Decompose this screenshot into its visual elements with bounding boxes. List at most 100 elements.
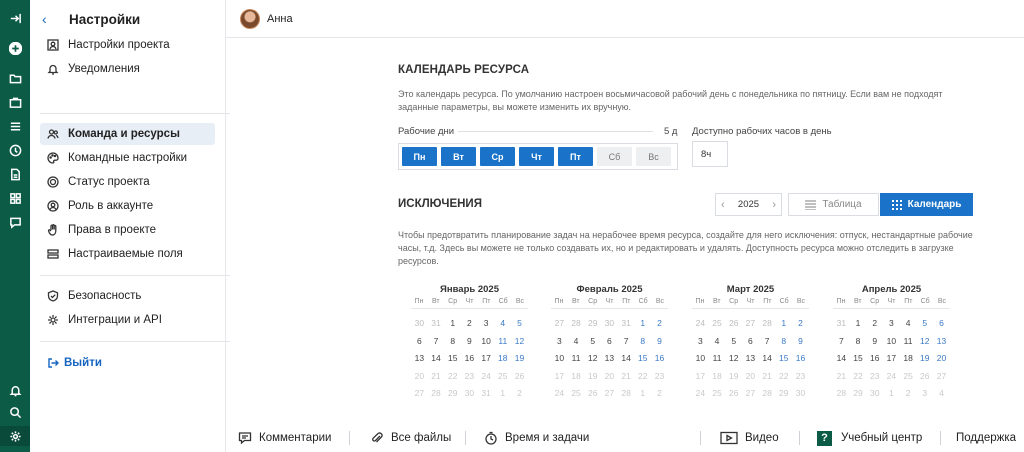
sidebar-item-custom-fields[interactable]: Настраиваемые поля	[40, 243, 215, 265]
view-calendar-button[interactable]: Календарь	[880, 193, 973, 216]
day-toggle-wed[interactable]: Ср	[480, 147, 515, 166]
calendar-day[interactable]: 7	[833, 333, 850, 350]
comments-button[interactable]: Комментарии	[238, 428, 331, 448]
calendar-day[interactable]: 9	[461, 333, 478, 350]
calendar-day[interactable]: 8	[634, 333, 651, 350]
calendar-day[interactable]: 6	[742, 333, 759, 350]
calendar-day[interactable]: 9	[651, 333, 668, 350]
calendar-day[interactable]: 30	[601, 315, 618, 332]
calendar-day[interactable]: 27	[551, 315, 568, 332]
calendar-day[interactable]: 28	[428, 385, 445, 402]
clock-icon[interactable]	[0, 140, 30, 160]
calendar-day[interactable]: 12	[584, 350, 601, 367]
calendar-day[interactable]: 9	[792, 333, 809, 350]
calendar-day[interactable]: 25	[900, 368, 917, 385]
calendar-day[interactable]: 20	[933, 350, 950, 367]
user-name[interactable]: Анна	[267, 13, 293, 25]
calendar-day[interactable]: 30	[411, 315, 428, 332]
calendar-day[interactable]: 17	[478, 350, 495, 367]
calendar-day[interactable]: 14	[618, 350, 635, 367]
calendar-day[interactable]: 6	[411, 333, 428, 350]
collapse-icon[interactable]	[0, 8, 30, 28]
calendar-day[interactable]: 28	[759, 385, 776, 402]
calendar-day[interactable]: 24	[883, 368, 900, 385]
calendar-day[interactable]: 7	[618, 333, 635, 350]
calendar-day[interactable]: 22	[634, 368, 651, 385]
settings-icon[interactable]	[0, 426, 30, 446]
calendar-day[interactable]: 5	[584, 333, 601, 350]
search-icon[interactable]	[0, 402, 30, 422]
document-icon[interactable]	[0, 164, 30, 184]
view-table-button[interactable]: Таблица	[788, 193, 879, 216]
calendar-day[interactable]: 30	[792, 385, 809, 402]
calendar-day[interactable]: 24	[692, 385, 709, 402]
calendar-day[interactable]: 27	[933, 368, 950, 385]
calendar-day[interactable]: 5	[725, 333, 742, 350]
calendar-day[interactable]: 24	[692, 315, 709, 332]
calendar-day[interactable]: 25	[709, 315, 726, 332]
calendar-day[interactable]: 1	[444, 315, 461, 332]
calendar-day[interactable]: 4	[933, 385, 950, 402]
calendar-day[interactable]: 31	[833, 315, 850, 332]
files-button[interactable]: Все файлы	[370, 428, 451, 448]
briefcase-icon[interactable]	[0, 92, 30, 112]
calendar-day[interactable]: 23	[461, 368, 478, 385]
calendar-day[interactable]: 10	[692, 350, 709, 367]
calendar-day[interactable]: 22	[775, 368, 792, 385]
calendar-day[interactable]: 31	[618, 315, 635, 332]
calendar-day[interactable]: 12	[916, 333, 933, 350]
calendar-day[interactable]: 23	[651, 368, 668, 385]
calendar-day[interactable]: 1	[883, 385, 900, 402]
calendar-day[interactable]: 15	[850, 350, 867, 367]
calendar-day[interactable]: 2	[651, 315, 668, 332]
bell-icon[interactable]	[0, 380, 30, 400]
calendar-day[interactable]: 23	[792, 368, 809, 385]
calendar-day[interactable]: 26	[584, 385, 601, 402]
support-button[interactable]: Поддержка	[956, 428, 1016, 448]
calendar-day[interactable]: 12	[725, 350, 742, 367]
calendar-day[interactable]: 21	[759, 368, 776, 385]
calendar-day[interactable]: 9	[866, 333, 883, 350]
calendar-day[interactable]: 27	[742, 385, 759, 402]
calendar-day[interactable]: 3	[883, 315, 900, 332]
avatar[interactable]	[240, 8, 260, 29]
chat-icon[interactable]	[0, 212, 30, 232]
calendar-day[interactable]: 18	[900, 350, 917, 367]
calendar-day[interactable]: 21	[833, 368, 850, 385]
calendar-day[interactable]: 16	[461, 350, 478, 367]
folder-icon[interactable]	[0, 68, 30, 88]
calendar-day[interactable]: 19	[511, 350, 528, 367]
calendar-day[interactable]: 7	[428, 333, 445, 350]
calendar-day[interactable]: 14	[759, 350, 776, 367]
calendar-day[interactable]: 29	[584, 315, 601, 332]
calendar-day[interactable]: 4	[900, 315, 917, 332]
sidebar-item-project-rights[interactable]: Права в проекте	[40, 219, 215, 241]
calendar-day[interactable]: 20	[742, 368, 759, 385]
calendar-day[interactable]: 5	[916, 315, 933, 332]
calendar-day[interactable]: 18	[709, 368, 726, 385]
time-tasks-button[interactable]: Время и задачи	[484, 428, 589, 448]
calendar-day[interactable]: 6	[601, 333, 618, 350]
day-toggle-fri[interactable]: Пт	[558, 147, 593, 166]
sidebar-item-project-settings[interactable]: Настройки проекта	[40, 34, 215, 56]
calendar-day[interactable]: 12	[511, 333, 528, 350]
chevron-left-icon[interactable]: ‹	[721, 199, 725, 211]
calendar-day[interactable]: 28	[568, 315, 585, 332]
calendar-day[interactable]: 11	[900, 333, 917, 350]
calendar-day[interactable]: 30	[461, 385, 478, 402]
calendar-day[interactable]: 25	[709, 385, 726, 402]
hours-input[interactable]: 8ч	[692, 141, 728, 167]
calendar-day[interactable]: 26	[725, 315, 742, 332]
calendar-day[interactable]: 18	[494, 350, 511, 367]
calendar-day[interactable]: 15	[444, 350, 461, 367]
list-icon[interactable]	[0, 116, 30, 136]
calendar-day[interactable]: 15	[775, 350, 792, 367]
calendar-day[interactable]: 27	[411, 385, 428, 402]
calendar-day[interactable]: 8	[775, 333, 792, 350]
calendar-day[interactable]: 26	[511, 368, 528, 385]
calendar-day[interactable]: 11	[568, 350, 585, 367]
day-toggle-tue[interactable]: Вт	[441, 147, 476, 166]
calendar-day[interactable]: 16	[651, 350, 668, 367]
calendar-day[interactable]: 1	[850, 315, 867, 332]
calendar-day[interactable]: 4	[568, 333, 585, 350]
